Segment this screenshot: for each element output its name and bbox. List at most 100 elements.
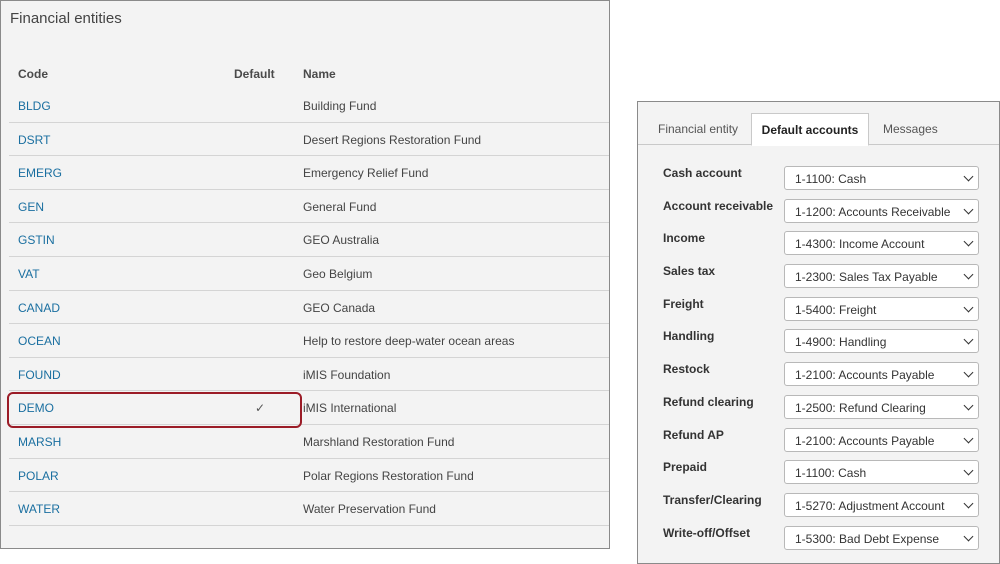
- table-row: DEMO ✓ iMIS International: [7, 391, 609, 428]
- tab-messages[interactable]: Messages: [883, 113, 938, 145]
- chevron-down-icon: [963, 236, 974, 247]
- table-row: OCEAN Help to restore deep-water ocean ar…: [9, 324, 609, 358]
- entity-code-link[interactable]: DSRT: [18, 133, 50, 147]
- account-select-value: 1-2300: Sales Tax Payable: [795, 270, 938, 285]
- entity-code-link[interactable]: FOUND: [18, 368, 61, 382]
- entity-code-link[interactable]: GEN: [18, 200, 44, 214]
- column-header-default[interactable]: Default: [234, 67, 275, 81]
- account-field: Account receivable 1-1200: Accounts Recei…: [638, 193, 999, 226]
- entity-name: General Fund: [303, 199, 377, 214]
- entity-code-link[interactable]: MARSH: [18, 435, 61, 449]
- account-select[interactable]: 1-1100: Cash: [784, 460, 979, 485]
- entity-code-link[interactable]: BLDG: [18, 99, 51, 113]
- account-field-label: Restock: [663, 362, 710, 377]
- account-field: Refund AP 1-2100: Accounts Payable: [638, 422, 999, 455]
- account-field-label: Account receivable: [663, 198, 774, 213]
- tab-financial-entity[interactable]: Financial entity: [658, 113, 738, 145]
- account-field-label: Freight: [663, 296, 704, 311]
- table-row: BLDG Building Fund: [9, 89, 609, 123]
- account-select-value: 1-5300: Bad Debt Expense: [795, 531, 940, 546]
- table-row: EMERG Emergency Relief Fund: [9, 156, 609, 190]
- entity-name: Help to restore deep-water ocean areas: [303, 334, 515, 349]
- entity-code-link[interactable]: OCEAN: [18, 334, 61, 348]
- default-checkmark: ✓: [255, 401, 266, 416]
- entity-name: Building Fund: [303, 99, 377, 113]
- chevron-down-icon: [963, 269, 974, 280]
- account-field-label: Income: [663, 231, 706, 246]
- chevron-down-icon: [963, 465, 974, 476]
- account-select-value: 1-4300: Income Account: [795, 237, 925, 252]
- account-select[interactable]: 1-2500: Refund Clearing: [784, 394, 979, 419]
- table-row: VAT Geo Belgium: [9, 257, 609, 291]
- account-field-label: Handling: [663, 329, 715, 344]
- account-select-value: 1-4900: Handling: [795, 335, 887, 350]
- account-select[interactable]: 1-1200: Accounts Receivable: [784, 198, 979, 223]
- entity-name: Marshland Restoration Fund: [303, 434, 455, 449]
- account-field: Cash account 1-1100: Cash: [638, 160, 999, 193]
- tab-bar: Financial entity Default accounts Messag…: [638, 113, 999, 146]
- entity-code-link[interactable]: GSTIN: [18, 233, 55, 247]
- entity-code-link[interactable]: EMERG: [18, 166, 62, 180]
- account-select[interactable]: 1-4900: Handling: [784, 329, 979, 354]
- table-row: WATER Water Preservation Fund: [9, 492, 609, 526]
- account-select[interactable]: 1-2100: Accounts Payable: [784, 362, 979, 387]
- account-field-label: Transfer/Clearing: [663, 492, 762, 507]
- account-field-label: Write-off/Offset: [663, 525, 751, 540]
- account-select-value: 1-1200: Accounts Receivable: [795, 204, 951, 219]
- chevron-down-icon: [963, 204, 974, 215]
- entity-code-link[interactable]: DEMO: [18, 401, 54, 415]
- chevron-down-icon: [963, 367, 974, 378]
- entity-name: Desert Regions Restoration Fund: [303, 132, 482, 147]
- account-select[interactable]: 1-4300: Income Account: [784, 231, 979, 256]
- table-row: POLAR Polar Regions Restoration Fund: [9, 459, 609, 493]
- financial-entities-panel: Financial entities Code Default Name BLD…: [0, 0, 610, 549]
- account-field: Transfer/Clearing 1-5270: Adjustment Acco…: [638, 487, 999, 520]
- account-field-label: Refund clearing: [663, 394, 754, 409]
- panel-title: Financial entities: [10, 10, 122, 27]
- entity-name: Polar Regions Restoration Fund: [303, 468, 474, 483]
- column-header-name[interactable]: Name: [303, 67, 336, 81]
- account-select-value: 1-5270: Adjustment Account: [795, 498, 945, 513]
- account-field-label: Refund AP: [663, 427, 724, 442]
- table-row: GSTIN GEO Australia: [9, 223, 609, 257]
- account-select-value: 1-2100: Accounts Payable: [795, 368, 935, 383]
- default-accounts-form: Cash account 1-1100: Cash Account receivab…: [638, 160, 999, 552]
- entity-code-link[interactable]: CANAD: [18, 301, 60, 315]
- entity-code-link[interactable]: POLAR: [18, 469, 59, 483]
- table-row: CANAD GEO Canada: [9, 291, 609, 325]
- entity-name: GEO Canada: [303, 300, 376, 315]
- account-field: Prepaid 1-1100: Cash: [638, 454, 999, 487]
- column-header-code[interactable]: Code: [18, 67, 48, 81]
- table-header: Code Default Name: [9, 63, 609, 85]
- entity-name: Geo Belgium: [303, 266, 373, 281]
- account-field: Refund clearing 1-2500: Refund Clearing: [638, 389, 999, 422]
- account-select[interactable]: 1-1100: Cash: [784, 166, 979, 190]
- entity-name: GEO Australia: [303, 233, 380, 248]
- account-select[interactable]: 1-2100: Accounts Payable: [784, 427, 979, 452]
- entity-code-link[interactable]: VAT: [18, 267, 40, 281]
- table-row: DSRT Desert Regions Restoration Fund: [9, 123, 609, 157]
- entity-name: Water Preservation Fund: [303, 502, 436, 517]
- tab-default-accounts[interactable]: Default accounts: [751, 113, 869, 146]
- entity-name: iMIS International: [303, 401, 397, 416]
- chevron-down-icon: [963, 302, 974, 313]
- account-select-value: 1-2100: Accounts Payable: [795, 433, 935, 448]
- account-field: Freight 1-5400: Freight: [638, 291, 999, 324]
- chevron-down-icon: [963, 171, 974, 182]
- entity-code-link[interactable]: WATER: [18, 502, 60, 516]
- account-select-value: 1-1100: Cash: [795, 466, 867, 481]
- account-field: Restock 1-2100: Accounts Payable: [638, 356, 999, 389]
- chevron-down-icon: [963, 400, 974, 411]
- account-select[interactable]: 1-5300: Bad Debt Expense: [784, 525, 979, 550]
- account-select[interactable]: 1-2300: Sales Tax Payable: [784, 264, 979, 289]
- financial-entities-table: BLDG Building Fund DSRT Desert Regions Rest…: [7, 89, 609, 526]
- account-field-label: Sales tax: [663, 264, 716, 279]
- account-select[interactable]: 1-5400: Freight: [784, 296, 979, 321]
- account-select-value: 1-5400: Freight: [795, 302, 877, 317]
- account-select[interactable]: 1-5270: Adjustment Account: [784, 492, 979, 517]
- entity-name: iMIS Foundation: [303, 367, 391, 382]
- account-field: Handling 1-4900: Handling: [638, 323, 999, 356]
- account-select-value: 1-1100: Cash: [795, 172, 867, 186]
- account-field-label: Prepaid: [663, 460, 708, 475]
- account-field-label: Cash account: [663, 166, 742, 180]
